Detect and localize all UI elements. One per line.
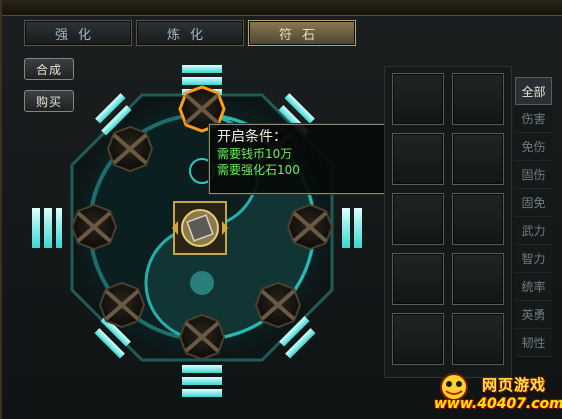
rune-slot-left[interactable] xyxy=(70,203,118,251)
inventory-slot[interactable] xyxy=(452,73,504,125)
category-force[interactable]: 武力 xyxy=(515,217,552,245)
rune-slot-bottom[interactable] xyxy=(178,313,226,361)
category-damage[interactable]: 伤害 xyxy=(515,105,552,133)
inventory-slot[interactable] xyxy=(452,133,504,185)
watermark-url: www.40407.com xyxy=(434,396,562,412)
tab-runestone[interactable]: 符石 xyxy=(248,20,356,46)
tab-refine[interactable]: 炼化 xyxy=(136,20,244,46)
inventory-slot[interactable] xyxy=(452,313,504,365)
category-fixed-damage[interactable]: 固伤 xyxy=(515,161,552,189)
rune-slot-bottom-left[interactable] xyxy=(98,281,146,329)
category-filter-list: 全部 伤害 免伤 固伤 固免 武力 智力 统率 英勇 韧性 xyxy=(515,77,552,357)
tab-strengthen[interactable]: 强化 xyxy=(24,20,132,46)
category-fixed-reduction[interactable]: 固免 xyxy=(515,189,552,217)
inventory-slot[interactable] xyxy=(392,313,444,365)
rune-circle xyxy=(32,55,372,400)
rune-inventory-panel xyxy=(384,66,512,378)
category-valor[interactable]: 英勇 xyxy=(515,301,552,329)
tooltip-title: 开启条件： xyxy=(217,129,287,145)
category-intellect[interactable]: 智力 xyxy=(515,245,552,273)
category-all[interactable]: 全部 xyxy=(515,77,552,105)
rune-slot-top-left[interactable] xyxy=(106,125,154,173)
inventory-slot[interactable] xyxy=(392,133,444,185)
inventory-slot[interactable] xyxy=(452,193,504,245)
center-rune-slot[interactable] xyxy=(172,201,228,255)
yang-dot xyxy=(190,271,214,295)
inventory-slot[interactable] xyxy=(392,253,444,305)
window-top-strip xyxy=(2,0,562,16)
watermark-title: 网页游戏 xyxy=(482,376,547,394)
inventory-slot[interactable] xyxy=(392,193,444,245)
tooltip-cost-stones: 需要强化石100 xyxy=(217,163,300,177)
category-damage-reduction[interactable]: 免伤 xyxy=(515,133,552,161)
rune-slot-right[interactable] xyxy=(286,203,334,251)
watermark: 网页游戏 www.40407.com xyxy=(430,372,562,419)
unlock-tooltip: 开启条件： 需要钱币10万 需要强化石100 xyxy=(209,124,405,194)
inventory-slot[interactable] xyxy=(392,73,444,125)
tooltip-cost-coins: 需要钱币10万 xyxy=(217,147,293,161)
rune-slot-bottom-right[interactable] xyxy=(254,281,302,329)
inventory-slot[interactable] xyxy=(452,253,504,305)
category-command[interactable]: 统率 xyxy=(515,273,552,301)
runestone-window: 强化 炼化 符石 合成 购买 开启条件： 需要钱币10万 需要强化石100 全部… xyxy=(0,0,562,419)
category-toughness[interactable]: 韧性 xyxy=(515,329,552,357)
rune-circle-graphic xyxy=(32,65,362,397)
